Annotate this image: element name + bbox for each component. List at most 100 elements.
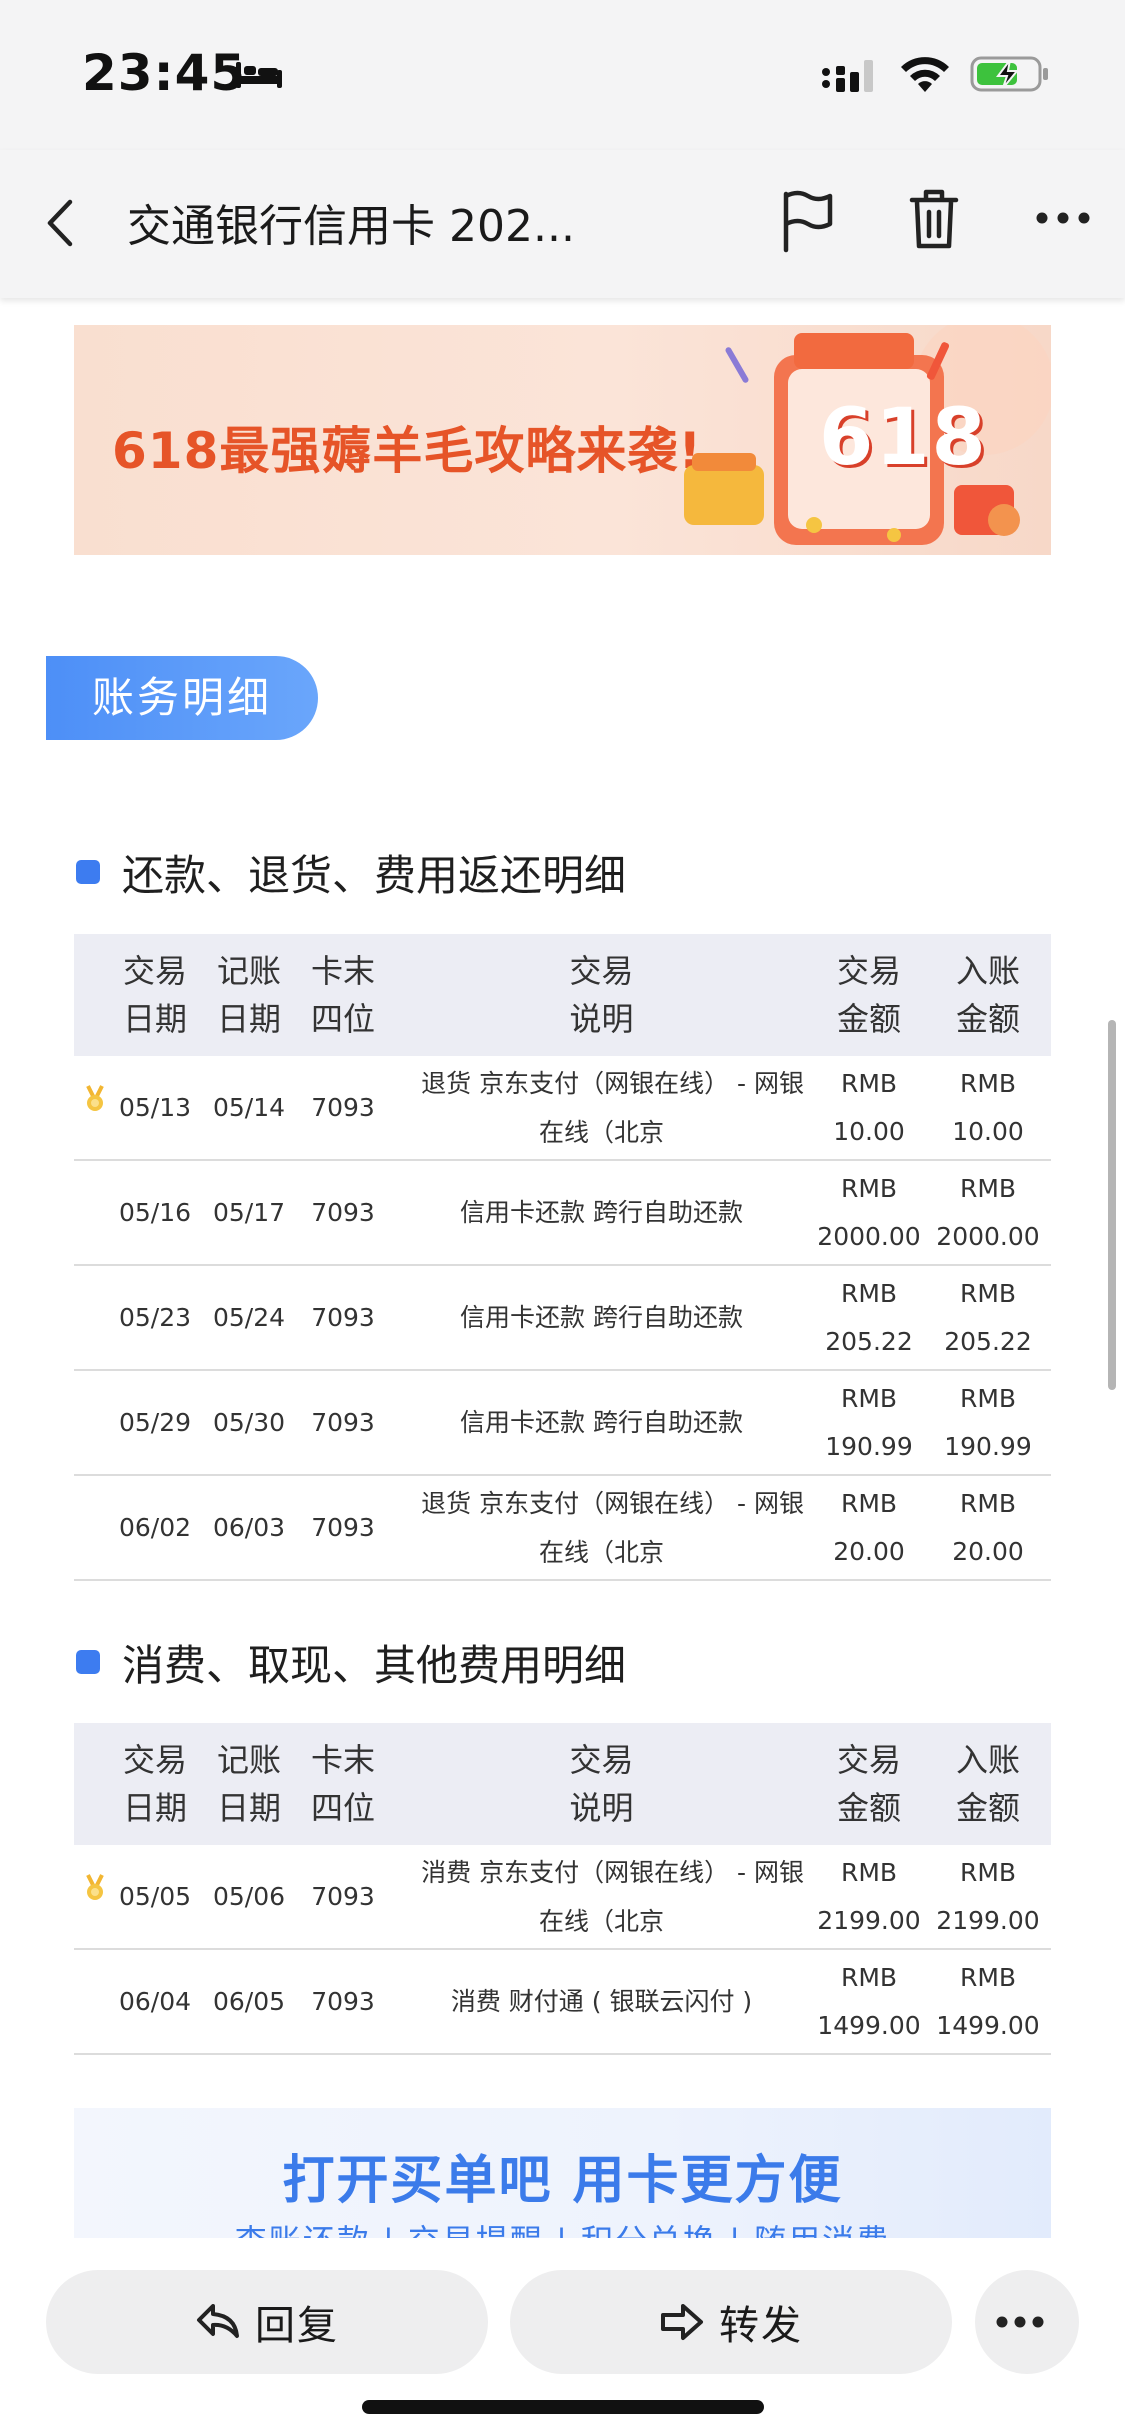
amount-value: 190.99 xyxy=(825,1431,913,1461)
nav-bar: 交通银行信用卡 202... xyxy=(0,150,1125,298)
header-trans-amount: 交易 金额 xyxy=(836,1741,901,1827)
posted-amount: RMB 190.99 xyxy=(930,1371,1046,1474)
card-last4: 7093 xyxy=(311,1407,375,1437)
card-last4: 7093 xyxy=(311,1302,375,1332)
back-icon[interactable] xyxy=(38,190,82,256)
consumption-table: 交易 日期 记账 日期 卡末 四位 交易 说明 交易 金额 入账 金额 05/0… xyxy=(74,1723,1051,2055)
currency: RMB xyxy=(959,1488,1017,1518)
card-last4: 7093 xyxy=(311,1197,375,1227)
header-posted-amount: 入账 金额 xyxy=(955,952,1020,1038)
posted-amount: RMB 10.00 xyxy=(930,1056,1046,1159)
medal-icon xyxy=(86,1085,104,1111)
header-post-date: 记账 日期 xyxy=(216,952,281,1038)
trans-date: 05/13 xyxy=(118,1092,192,1122)
posted-amount: RMB 1499.00 xyxy=(930,1950,1046,2053)
posted-amount: RMB 205.22 xyxy=(930,1266,1046,1369)
app-promo-banner[interactable]: 打开买单吧 用卡更方便 查账还款 | 交易提醒 | 积分兑换 | 随用消费 xyxy=(74,2108,1051,2238)
amount-value: 1499.00 xyxy=(817,2010,921,2040)
promo-banner[interactable]: 618最强薅羊毛攻略来袭! 618 xyxy=(74,325,1051,555)
home-indicator xyxy=(362,2400,764,2414)
currency: RMB xyxy=(840,1488,898,1518)
currency: RMB xyxy=(840,1173,898,1203)
section-bullet xyxy=(76,1650,100,1674)
card-last4: 7093 xyxy=(311,1986,375,2016)
table-row: 06/04 06/05 7093 消费 财付通 ( 银联云闪付 ) RMB 14… xyxy=(74,1950,1051,2055)
currency: RMB xyxy=(959,1857,1017,1887)
promo-618-badge: 618 xyxy=(819,393,988,483)
table-row: 05/16 05/17 7093 信用卡还款 跨行自助还款 RMB 2000.0… xyxy=(74,1161,1051,1266)
section-bullet xyxy=(76,860,100,884)
description-line-2: 在线（北京 xyxy=(538,1537,664,1567)
table-row: 05/29 05/30 7093 信用卡还款 跨行自助还款 RMB 190.99… xyxy=(74,1371,1051,1476)
post-date: 06/03 xyxy=(212,1512,286,1542)
post-date: 05/24 xyxy=(212,1302,286,1332)
header-description: 交易 说明 xyxy=(569,1741,634,1827)
currency: RMB xyxy=(959,1068,1017,1098)
description-line-1: 退货 京东支付（网银在线） - 网银 xyxy=(421,1068,804,1098)
billing-details-badge: 账务明细 xyxy=(46,656,318,740)
card-last4: 7093 xyxy=(311,1881,375,1911)
posted-amount: RMB 20.00 xyxy=(930,1476,1046,1579)
header-post-date: 记账 日期 xyxy=(216,1741,281,1827)
transaction-description: 信用卡还款 跨行自助还款 xyxy=(399,1266,804,1369)
amount-value: 20.00 xyxy=(952,1536,1024,1566)
transaction-description: 退货 京东支付（网银在线） - 网银 在线（北京 xyxy=(399,1056,804,1159)
header-card-last4: 卡末 四位 xyxy=(310,1741,375,1827)
header-trans-date: 交易 日期 xyxy=(122,952,187,1038)
more-icon xyxy=(996,2316,1044,2328)
app-promo-title: 打开买单吧 用卡更方便 xyxy=(282,2151,843,2211)
description-line-1: 信用卡还款 跨行自助还款 xyxy=(460,1303,743,1332)
posted-amount: RMB 2000.00 xyxy=(930,1161,1046,1264)
currency: RMB xyxy=(840,1857,898,1887)
battery-charging-icon xyxy=(970,56,1048,92)
amount-value: 190.99 xyxy=(944,1431,1032,1461)
amount-value: 2000.00 xyxy=(936,1221,1040,1251)
trans-date: 05/05 xyxy=(118,1881,192,1911)
description-line-1: 信用卡还款 跨行自助还款 xyxy=(460,1408,743,1437)
description-line-1: 消费 京东支付（网银在线） - 网银 xyxy=(421,1857,804,1887)
transaction-amount: RMB 1499.00 xyxy=(814,1950,924,2053)
table-row: 05/05 05/06 7093 消费 京东支付（网银在线） - 网银 在线（北京… xyxy=(74,1845,1051,1950)
status-bar: 23:45 xyxy=(0,0,1125,150)
description-line-1: 消费 财付通 ( 银联云闪付 ) xyxy=(450,1987,753,2016)
reply-icon xyxy=(197,2304,239,2338)
currency: RMB xyxy=(959,1278,1017,1308)
more-options-icon[interactable] xyxy=(1034,204,1092,232)
transaction-description: 退货 京东支付（网银在线） - 网银 在线（北京 xyxy=(399,1476,804,1579)
sleep-focus-icon xyxy=(236,62,282,88)
forward-button[interactable]: 转发 xyxy=(510,2270,952,2374)
transaction-amount: RMB 10.00 xyxy=(814,1056,924,1159)
scrollbar[interactable] xyxy=(1108,1020,1116,1390)
delete-icon[interactable] xyxy=(908,186,960,252)
currency: RMB xyxy=(959,1962,1017,1992)
transaction-amount: RMB 190.99 xyxy=(814,1371,924,1474)
table-row: 05/23 05/24 7093 信用卡还款 跨行自助还款 RMB 205.22… xyxy=(74,1266,1051,1371)
header-trans-amount: 交易 金额 xyxy=(836,952,901,1038)
card-last4: 7093 xyxy=(311,1092,375,1122)
header-card-last4: 卡末 四位 xyxy=(310,952,375,1038)
transaction-description: 消费 财付通 ( 银联云闪付 ) xyxy=(399,1950,804,2053)
reply-button[interactable]: 回复 xyxy=(46,2270,488,2374)
transaction-amount: RMB 2000.00 xyxy=(814,1161,924,1264)
repayment-table: 交易 日期 记账 日期 卡末 四位 交易 说明 交易 金额 入账 金额 05/1… xyxy=(74,934,1051,1581)
more-actions-button[interactable] xyxy=(975,2270,1079,2374)
flag-icon[interactable] xyxy=(778,188,836,254)
table-header: 交易 日期 记账 日期 卡末 四位 交易 说明 交易 金额 入账 金额 xyxy=(74,934,1051,1056)
post-date: 05/14 xyxy=(212,1092,286,1122)
header-description: 交易 说明 xyxy=(569,952,634,1038)
transaction-amount: RMB 2199.00 xyxy=(814,1845,924,1948)
transaction-amount: RMB 205.22 xyxy=(814,1266,924,1369)
trans-date: 05/16 xyxy=(118,1197,192,1227)
promo-banner-text: 618最强薅羊毛攻略来袭! xyxy=(112,422,703,480)
reply-label: 回复 xyxy=(255,2303,339,2349)
medal-icon xyxy=(86,1874,104,1900)
app-promo-subtitle: 查账还款 | 交易提醒 | 积分兑换 | 随用消费 xyxy=(74,2216,1051,2238)
description-line-2: 在线（北京 xyxy=(538,1906,664,1936)
currency: RMB xyxy=(840,1068,898,1098)
card-last4: 7093 xyxy=(311,1512,375,1542)
post-date: 06/05 xyxy=(212,1986,286,2016)
forward-label: 转发 xyxy=(719,2303,803,2349)
amount-value: 205.22 xyxy=(825,1326,913,1356)
header-trans-date: 交易 日期 xyxy=(122,1741,187,1827)
wifi-icon xyxy=(901,57,949,92)
